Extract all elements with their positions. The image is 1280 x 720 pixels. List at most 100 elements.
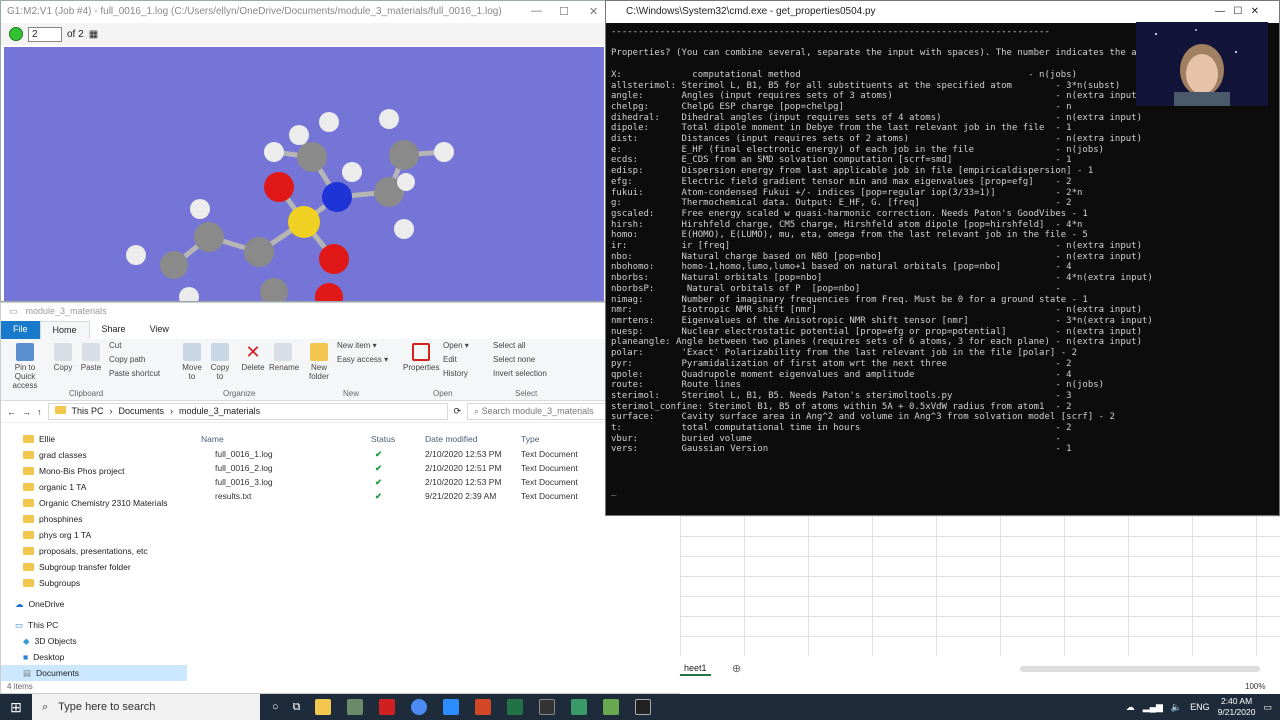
copy-button[interactable]: Copy [51,343,75,372]
molecule-viewport[interactable] [4,47,604,301]
windows-start-icon[interactable]: ⊞ [0,699,32,716]
paste-shortcut-button[interactable]: Paste shortcut [109,369,160,378]
chrome-icon[interactable] [410,699,427,715]
window-controls[interactable]: — ☐ ✕ [1215,6,1259,18]
clock[interactable]: 2:40 AM 9/21/2020 [1218,696,1256,718]
select-none-button[interactable]: Select none [493,355,535,364]
nav-label: proposals, presentations, etc [39,546,148,556]
notifications-icon[interactable]: ▭ [1263,702,1272,713]
tab-view[interactable]: View [138,321,181,339]
nav-item[interactable]: Ellie [1,431,187,447]
easy-access-button[interactable]: Easy access ▾ [337,355,388,364]
spreadsheet-grid[interactable] [680,516,1280,656]
nav-item[interactable]: organic 1 TA [1,479,187,495]
nav-item[interactable]: Mono-Bis Phos project [1,463,187,479]
nav-item[interactable]: phosphines [1,511,187,527]
back-icon[interactable]: ← [7,407,16,417]
minimize-icon[interactable]: — [531,5,542,17]
col-status[interactable]: Status [369,434,425,444]
up-icon[interactable]: ↑ [37,407,42,417]
move-to-button[interactable]: Move to [179,343,205,381]
maximize-icon[interactable]: ☐ [559,5,569,18]
task-view-icon[interactable]: ⧉ [293,701,301,714]
file-date: 2/10/2020 12:51 PM [425,463,502,473]
delete-icon: ✕ [245,342,261,362]
cut-label: Cut [109,341,122,350]
frame-spinner[interactable]: 2 [28,26,62,42]
terminal-app-icon[interactable] [634,699,651,715]
nav-item[interactable]: phys org 1 TA [1,527,187,543]
group-open: Open [433,389,453,398]
excel-window[interactable]: heet1 ⊕ 100% [680,516,1280,694]
green-ball-icon[interactable] [9,27,23,41]
copy-path-button[interactable]: Copy path [109,355,145,364]
cut-button[interactable]: Cut [109,341,121,350]
tab-share[interactable]: Share [90,321,138,339]
cmd-icon[interactable] [538,699,555,715]
properties-button[interactable]: Properties [403,343,439,372]
cortana-icon[interactable]: ○ [272,701,279,713]
new-folder-icon [310,343,328,361]
gaussview-app-icon[interactable] [346,699,363,715]
open-button[interactable]: Open ▾ [443,341,469,350]
tab-home[interactable]: Home [39,321,90,339]
history-button[interactable]: History [443,369,468,378]
film-icon[interactable]: ▦ [89,29,98,40]
new-folder-button[interactable]: New folder [305,343,333,381]
language-indicator[interactable]: ENG [1190,702,1210,712]
app-icon[interactable] [570,699,587,715]
excel-icon[interactable] [506,699,523,715]
edit-button[interactable]: Edit [443,355,457,364]
taskbar-search[interactable]: ⌕ Type here to search [32,694,260,720]
horizontal-scrollbar[interactable] [1020,666,1260,672]
sheet-tab[interactable]: heet1 [680,662,711,676]
pin-button[interactable]: Pin to Quick access [5,343,45,390]
gaussview-window[interactable]: G1:M2:V1 (Job #4) - full_0016_1.log (C:/… [0,0,606,302]
folder-icon [23,579,34,587]
nav-item[interactable]: ■ Desktop [1,649,187,665]
refresh-icon[interactable]: ⟳ [454,406,462,417]
nav-item[interactable]: Subgroup transfer folder [1,559,187,575]
nav-this-pc[interactable]: ▭ This PC [1,617,187,633]
volume-icon[interactable]: 🔈 [1171,702,1182,713]
terminal-line: vers: Gaussian Version - 1 [611,444,1072,455]
terminal-line: nmrtens: Eigenvalues of the Anisotropic … [611,315,1153,326]
breadcrumb-documents[interactable]: Documents [119,406,165,417]
forward-icon[interactable]: → [22,407,31,417]
nav-item[interactable]: ◆ 3D Objects [1,633,187,649]
address-bar[interactable]: This PC › Documents › module_3_materials [47,403,448,420]
zoom-app-icon[interactable] [442,699,459,715]
new-item-button[interactable]: New item ▾ [337,341,377,350]
invert-selection-button[interactable]: Invert selection [493,369,547,378]
file-date: 2/10/2020 12:53 PM [425,477,502,487]
delete-button[interactable]: ✕ Delete [239,343,267,372]
nav-item[interactable]: Subgroups [1,575,187,591]
nav-item[interactable]: grad classes [1,447,187,463]
synced-check-icon: ✔ [375,462,383,473]
select-all-button[interactable]: Select all [493,341,525,350]
powerpoint-icon[interactable] [474,699,491,715]
nav-item-selected[interactable]: ▤ Documents [1,665,187,681]
terminal-line: sterimol: Sterimol L, B1, B5. Needs Pato… [611,390,1072,401]
copy-to-button[interactable]: Copy to [207,343,233,381]
nav-item[interactable]: proposals, presentations, etc [1,543,187,559]
onedrive-icon[interactable]: ☁ [1126,702,1135,713]
breadcrumb-module[interactable]: module_3_materials [179,406,260,417]
tab-file[interactable]: File [1,321,40,339]
network-icon[interactable]: ▂▄▆ [1143,702,1163,713]
explorer-window[interactable]: ▭ module_3_materials File Home Share Vie… [0,302,696,694]
paste-button[interactable]: Paste [79,343,103,372]
pdf-app-icon[interactable] [378,699,395,715]
breadcrumb-this-pc[interactable]: This PC [72,406,104,417]
rename-button[interactable]: Rename [269,343,299,372]
notepad-icon[interactable] [602,699,619,715]
nav-onedrive[interactable]: ☁ OneDrive [1,596,187,612]
col-date[interactable]: Date modified [425,434,521,444]
gaussview-title: G1:M2:V1 (Job #4) - full_0016_1.log (C:/… [1,1,605,23]
file-explorer-icon[interactable] [314,699,331,715]
add-sheet-icon[interactable]: ⊕ [732,662,741,675]
close-icon[interactable]: ✕ [589,5,598,18]
col-name[interactable]: Name [197,434,369,444]
delete-label: Delete [241,363,265,372]
nav-item[interactable]: Organic Chemistry 2310 Materials [1,495,187,511]
